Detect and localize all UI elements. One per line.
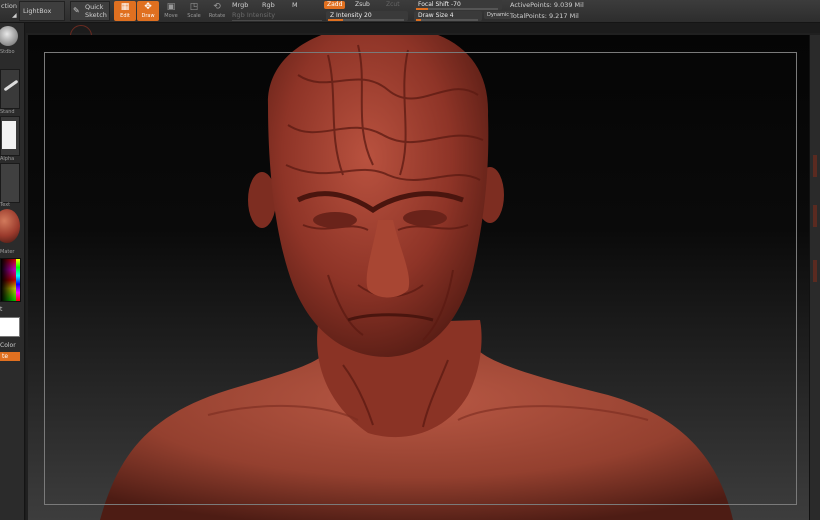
dynamic-button[interactable]: Dynamic [484,11,513,19]
document-canvas[interactable] [28,35,820,520]
rgb-intensity-track [232,20,322,21]
orange-action-button[interactable]: te [0,352,20,361]
alpha-icon [2,121,16,149]
quick-sketch-line2: Sketch [85,11,107,19]
draw-size-slider[interactable]: Draw Size 4 [414,11,482,21]
color-label: Color [0,342,16,349]
main-color-swatch[interactable] [0,317,20,337]
alpha-thumbnail[interactable] [0,116,20,156]
z-intensity-fill [328,19,343,21]
brush-caption: Stdbo [0,49,15,55]
rotate-button[interactable]: ⟲ Rotate [206,1,228,21]
menu-dropdown-arrow-icon[interactable]: ◢ [12,12,17,19]
edit-button[interactable]: ▦ Edit [114,1,136,21]
lightbox-label: LightBox [23,7,52,15]
edit-label: Edit [120,13,130,19]
move-icon: ▣ [166,2,176,12]
active-points-readout: ActivePoints: 9.039 Mil [510,1,584,9]
brush-thumbnail[interactable] [0,26,18,46]
right-tray-marker-3[interactable] [813,260,817,282]
right-tray-marker-2[interactable] [813,205,817,227]
move-label: Move [164,13,178,19]
focal-shift-label: Focal Shift -70 [418,1,461,8]
mrgb-button[interactable]: Mrgb [232,2,248,9]
rgb-intensity-slider[interactable]: Rgb Intensity [232,12,275,19]
draw-size-track [416,19,478,21]
right-eye-shape [403,210,447,226]
rotate-label: Rotate [208,13,226,19]
texture-caption: Text [0,202,11,208]
material-caption: Mater [0,249,15,255]
focal-shift-slider[interactable]: Focal Shift -70 [414,0,502,10]
color-hue-strip[interactable] [16,259,20,301]
scale-label: Scale [187,13,201,19]
draw-size-fill [416,19,421,21]
m-button[interactable]: M [292,2,298,9]
zcut-button[interactable]: Zcut [383,1,403,9]
stroke-caption: Stand [0,109,15,115]
focal-shift-track [416,8,498,10]
color-picker[interactable] [0,258,21,302]
alpha-caption: Alpha [0,156,15,162]
draw-icon: ✥ [144,2,152,12]
draw-label: Draw [141,13,155,19]
rotate-icon: ⟲ [213,2,221,12]
lightbox-button[interactable]: LightBox [19,1,65,21]
total-points-readout: TotalPoints: 9.217 Mil [510,12,579,20]
zadd-button[interactable]: Zadd [324,1,346,9]
material-thumbnail[interactable] [0,209,20,243]
color-caption: t [0,306,3,313]
right-tray-marker-1[interactable] [813,155,817,177]
stroke-thumbnail[interactable] [0,69,20,109]
right-tray [809,35,820,520]
rgb-button[interactable]: Rgb [262,2,275,9]
sculpt-model[interactable] [28,35,820,520]
menu-label-ction[interactable]: ction [1,3,17,10]
left-eye-shape [313,212,357,228]
z-intensity-slider[interactable]: Z Intensity 20 [326,11,408,21]
draw-size-label: Draw Size 4 [418,12,454,19]
quick-sketch-button[interactable]: ✎ Quick Sketch [70,1,110,21]
draw-button[interactable]: ✥ Draw [137,1,159,21]
z-intensity-label: Z Intensity 20 [330,12,372,19]
focal-shift-fill [416,8,428,10]
edit-icon: ▦ [120,2,130,12]
stroke-icon [3,79,19,92]
quick-sketch-icon: ✎ [73,6,80,15]
left-tray: Stdbo Stand Alpha Text Mater t Color te [0,23,25,520]
quick-sketch-line1: Quick [85,3,104,11]
move-button[interactable]: ▣ Move [160,1,182,21]
texture-thumbnail[interactable] [0,163,20,203]
zsub-button[interactable]: Zsub [352,1,373,9]
scale-icon: ◳ [189,2,199,12]
top-toolbar: ction ◢ LightBox ✎ Quick Sketch ▦ Edit ✥… [0,0,820,23]
scale-button[interactable]: ◳ Scale [183,1,205,21]
